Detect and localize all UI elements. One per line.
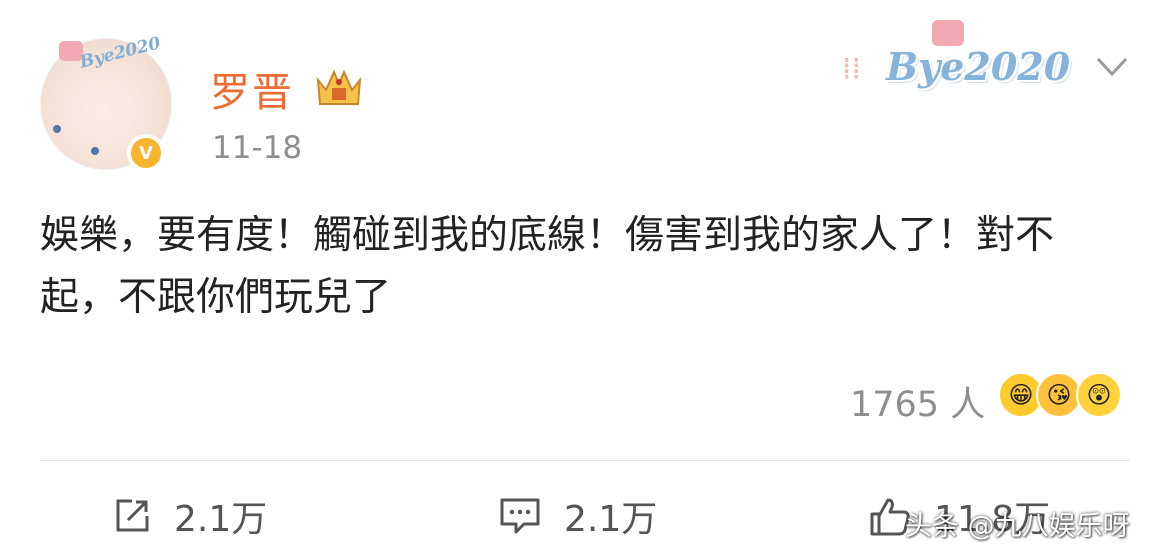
reactions-count[interactable]: 1765 人 bbox=[850, 376, 985, 427]
author-name[interactable]: 罗晋 bbox=[210, 60, 294, 118]
reaction-emojis[interactable]: 😁 😘 😲 bbox=[998, 372, 1128, 422]
card-decoration: ⁞⁞ Bye2020 bbox=[840, 20, 1080, 100]
chevron-down-icon[interactable] bbox=[1095, 56, 1129, 78]
avatar-eye-left bbox=[53, 125, 61, 133]
avatar-eye-right bbox=[91, 147, 99, 155]
divider bbox=[40, 460, 1130, 461]
verified-badge-icon: V bbox=[127, 134, 165, 172]
watermark: 头条 @九八娱乐呀 bbox=[905, 511, 1130, 542]
repost-count: 2.1万 bbox=[174, 499, 268, 540]
footprints-icon: ⁞⁞ bbox=[842, 52, 862, 87]
decoration-label: Bye2020 bbox=[886, 44, 1071, 89]
crown-badge-icon[interactable] bbox=[312, 64, 366, 110]
repost-icon bbox=[116, 499, 149, 532]
camera-sticker-icon bbox=[932, 20, 964, 46]
comment-icon bbox=[500, 498, 540, 534]
comment-count: 2.1万 bbox=[564, 499, 658, 540]
post-text: 娛樂，要有度！觸碰到我的底線！傷害到我的家人了！對不起，不跟你們玩兒了 bbox=[40, 213, 1055, 320]
post-timestamp: 11-18 bbox=[212, 130, 303, 166]
comment-button[interactable]: 2.1万 bbox=[498, 488, 657, 544]
shocked-face-icon: 😲 bbox=[1076, 372, 1122, 418]
repost-button[interactable]: 2.1万 bbox=[112, 488, 267, 544]
avatar-frame-label: Bye2020 bbox=[77, 33, 163, 73]
